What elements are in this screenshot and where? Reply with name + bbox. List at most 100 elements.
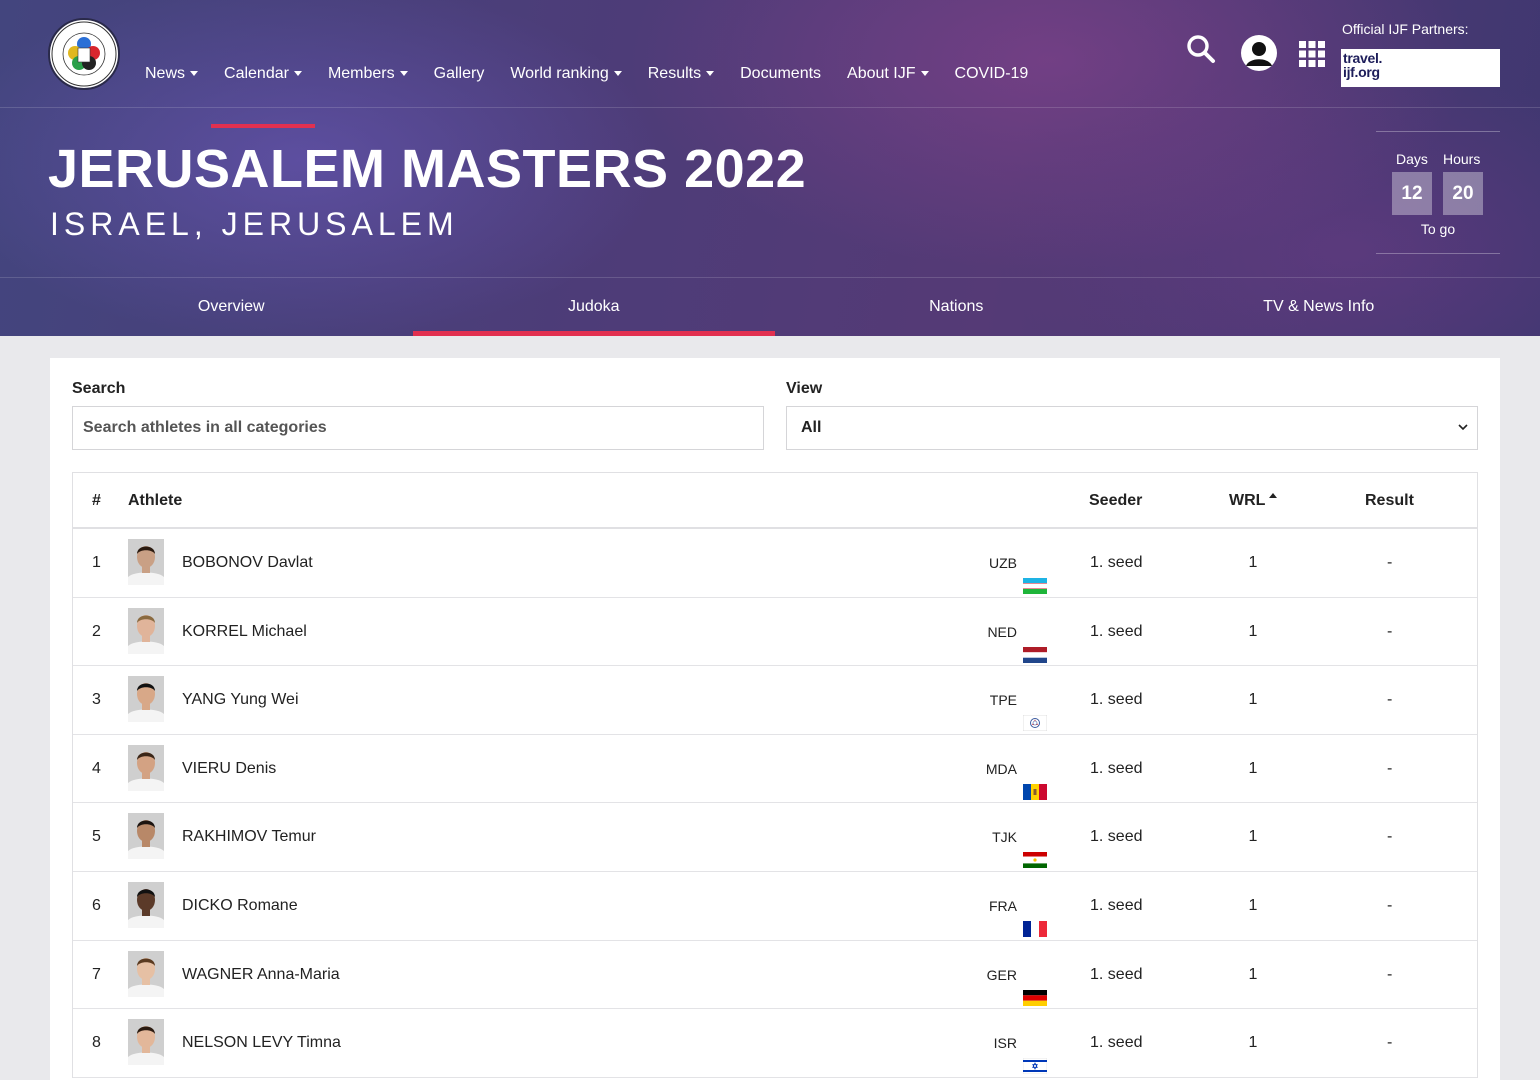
table-row[interactable]: 6 DICKO Romane FRA 1. seed 1 -: [73, 872, 1477, 941]
flag-tjk-icon: [1023, 829, 1047, 869]
nation-code: FRA: [989, 897, 1017, 914]
main-nav: News Calendar Members Gallery World ranking R…: [132, 60, 1042, 128]
event-tabs: Overview Judoka Nations TV & News Info: [50, 278, 1500, 336]
table-row[interactable]: 3 YANG Yung Wei TPE 1. seed 1 -: [73, 666, 1477, 735]
nation-code: TJK: [992, 829, 1017, 846]
athlete-nation: TJK: [992, 803, 1047, 871]
table-row[interactable]: 7 WAGNER Anna-Maria GER 1. seed 1 -: [73, 941, 1477, 1010]
athlete-photo[interactable]: [128, 744, 164, 791]
athlete-name[interactable]: KORREL Michael: [182, 598, 307, 666]
sort-up-icon: [1269, 493, 1278, 498]
ijf-emblem-icon: [51, 21, 117, 87]
partner-logo-line2: ijf.org: [1343, 64, 1380, 80]
athlete-wrl: 1: [1248, 554, 1258, 571]
row-number: 7: [92, 965, 101, 983]
tab-nations[interactable]: Nations: [775, 278, 1138, 336]
partner-logo-travel-ijf[interactable]: travel. ijf.org: [1341, 49, 1500, 87]
flag-isr-icon: [1022, 1035, 1048, 1075]
nav-item-label: World ranking: [510, 65, 609, 82]
nav-item-calendar[interactable]: Calendar: [211, 60, 315, 128]
ijf-logo[interactable]: [48, 18, 120, 90]
athlete-wrl: 1: [1248, 965, 1258, 983]
search-icon[interactable]: [1186, 34, 1216, 64]
countdown-days-label: Days: [1396, 151, 1428, 167]
table-row[interactable]: 8 NELSON LEVY Timna ISR 1. seed 1 -: [73, 1009, 1477, 1078]
event-title: JERUSALEM MASTERS 2022: [48, 139, 807, 199]
caret-down-icon: [613, 71, 622, 77]
athlete-nation: UZB: [989, 529, 1047, 597]
flag-fra-icon: [1023, 898, 1047, 937]
grid-icon[interactable]: [1299, 41, 1325, 67]
search-input[interactable]: [72, 406, 764, 450]
flag-ger-icon: [1023, 967, 1047, 1006]
table-row[interactable]: 2 KORREL Michael NED 1. seed 1 -: [73, 598, 1477, 667]
tab-tv-news-info[interactable]: TV & News Info: [1138, 278, 1501, 336]
athlete-seed: 1. seed: [1090, 759, 1143, 777]
nav-item-documents[interactable]: Documents: [727, 60, 834, 108]
table-row[interactable]: 1 BOBONOV Davlat UZB 1. seed 1 -: [73, 529, 1477, 598]
athlete-photo[interactable]: [128, 539, 164, 585]
athlete-wrl: 1: [1248, 759, 1258, 777]
judoka-panel: Search View All # Athlete Seeder WRL Res…: [50, 358, 1500, 1080]
athlete-name[interactable]: NELSON LEVY Timna: [182, 1009, 341, 1077]
col-header-wrl-label: WRL: [1229, 492, 1266, 509]
athlete-result: -: [1387, 554, 1393, 571]
nav-item-results[interactable]: Results: [635, 60, 727, 108]
athlete-photo[interactable]: [128, 881, 164, 928]
nav-item-members[interactable]: Members: [315, 60, 421, 108]
tab-overview[interactable]: Overview: [50, 278, 413, 336]
athlete-name[interactable]: WAGNER Anna-Maria: [182, 941, 340, 1009]
partner-logo-text: travel. ijf.org: [1343, 51, 1382, 79]
athlete-seed: 1. seed: [1090, 1034, 1143, 1052]
athlete-seed: 1. seed: [1090, 828, 1143, 846]
table-row[interactable]: 4 VIERU Denis MDA 1. seed 1 -: [73, 735, 1477, 804]
athlete-nation: NED: [987, 598, 1047, 666]
view-select-value: All: [801, 419, 822, 436]
athlete-photo[interactable]: [128, 1019, 164, 1066]
athlete-photo[interactable]: [128, 676, 164, 723]
nav-item-label: Gallery: [433, 65, 485, 82]
event-header: News Calendar Members Gallery World ranking R…: [0, 0, 1540, 336]
athlete-seed: 1. seed: [1090, 622, 1143, 640]
athlete-nation: MDA: [986, 735, 1047, 803]
nav-item-news[interactable]: News: [132, 60, 211, 108]
view-select[interactable]: All: [786, 406, 1478, 450]
tab-judoka[interactable]: Judoka: [412, 278, 776, 336]
countdown-hours-label: Hours: [1443, 151, 1481, 167]
nav-item-gallery[interactable]: Gallery: [421, 60, 498, 108]
countdown-days-value: 12: [1392, 172, 1432, 215]
countdown-suffix: To go: [1420, 221, 1456, 237]
athlete-name[interactable]: BOBONOV Davlat: [182, 529, 313, 597]
flag-tpe-icon: [1022, 692, 1048, 732]
user-icon[interactable]: [1240, 34, 1278, 72]
athlete-wrl: 1: [1248, 1034, 1258, 1052]
nav-item-about-ijf[interactable]: About IJF: [834, 60, 941, 108]
nation-code: MDA: [985, 760, 1017, 777]
row-number: 8: [92, 1034, 101, 1052]
partner-logo-line1: travel.: [1343, 50, 1383, 66]
chevron-down-icon: [1458, 424, 1468, 431]
col-header-wrl[interactable]: WRL: [1229, 473, 1278, 529]
flag-ned-icon: [1023, 624, 1047, 663]
nation-code: TPE: [989, 692, 1017, 709]
athlete-name[interactable]: VIERU Denis: [182, 735, 276, 803]
nav-item-label: COVID-19: [954, 65, 1029, 82]
nation-code: GER: [986, 966, 1017, 983]
athlete-photo[interactable]: [128, 813, 164, 860]
partners-label: Official IJF Partners:: [1342, 21, 1469, 37]
athlete-nation: TPE: [989, 666, 1048, 734]
row-number: 4: [92, 759, 101, 777]
nav-item-covid-19[interactable]: COVID-19: [942, 60, 1042, 108]
nav-item-world-ranking[interactable]: World ranking: [497, 60, 634, 108]
athlete-name[interactable]: DICKO Romane: [182, 872, 298, 940]
caret-down-icon: [706, 71, 715, 77]
countdown-hours-value: 20: [1443, 172, 1483, 215]
athlete-name[interactable]: RAKHIMOV Temur: [182, 803, 316, 871]
nation-code: ISR: [993, 1035, 1017, 1052]
athlete-wrl: 1: [1248, 622, 1258, 640]
view-label: View: [786, 380, 823, 397]
athlete-photo[interactable]: [128, 607, 164, 654]
athlete-name[interactable]: YANG Yung Wei: [182, 666, 299, 734]
athlete-photo[interactable]: [128, 950, 164, 997]
table-row[interactable]: 5 RAKHIMOV Temur TJK 1. seed 1 -: [73, 803, 1477, 872]
